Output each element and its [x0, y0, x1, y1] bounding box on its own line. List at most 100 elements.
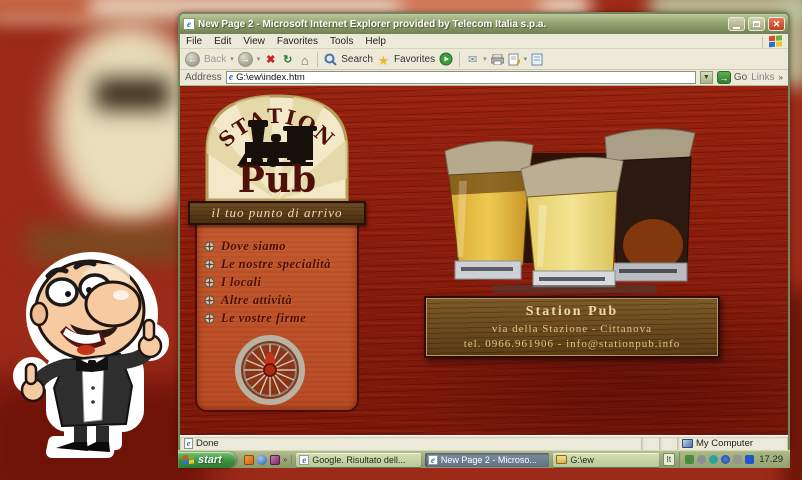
address-dropdown-icon[interactable]: ▼ [699, 71, 713, 84]
station-pub-logo: STATION Pub [205, 94, 349, 202]
search-icon[interactable] [324, 53, 337, 66]
wheel-bullet-icon [204, 259, 215, 270]
task-google[interactable]: e Google. Risultato dell... [296, 452, 421, 467]
media-icon[interactable] [439, 52, 453, 66]
address-bar: Address e ▼ → Go Links » [180, 70, 788, 86]
links-chevron-icon[interactable]: » [779, 73, 783, 82]
title-bar[interactable]: e New Page 2 - Microsoft Internet Explor… [180, 14, 788, 34]
system-tray: 17.29 [679, 451, 789, 468]
character-sticker [13, 252, 169, 458]
wheel-bullet-icon [204, 241, 215, 252]
windows-logo-icon [762, 34, 782, 48]
back-label[interactable]: Back [204, 54, 226, 65]
screenshot-region: e New Page 2 - Microsoft Internet Explor… [178, 12, 790, 468]
favorites-icon[interactable]: ★ [377, 53, 390, 68]
start-button[interactable]: start [178, 451, 236, 468]
quick-launch-icon-3[interactable] [269, 454, 280, 465]
address-box[interactable]: e [225, 71, 696, 84]
go-arrow-icon: → [716, 71, 731, 84]
window-title: New Page 2 - Microsoft Internet Explorer… [198, 18, 547, 30]
wheel-bullet-icon [204, 277, 215, 288]
plaque-name: Station Pub [525, 304, 619, 319]
tagline-banner: il tuo punto di arrivo [188, 201, 366, 225]
back-icon[interactable]: ← [185, 51, 200, 67]
menu-favorites[interactable]: Favorites [277, 36, 318, 47]
nav-i-locali[interactable]: I locali [204, 275, 331, 289]
links-label[interactable]: Links [751, 72, 774, 83]
home-icon[interactable]: ⌂ [298, 53, 311, 68]
menu-edit[interactable]: Edit [214, 36, 231, 47]
quick-launch-icon-2[interactable] [256, 454, 267, 465]
edit-dropdown-icon[interactable]: ▾ [524, 55, 528, 63]
menu-tools[interactable]: Tools [330, 36, 353, 47]
quick-launch-chevron-icon[interactable]: » [283, 455, 287, 464]
taskbar: start » e Google. Risultato dell... e Ne… [178, 450, 790, 468]
bg-top-red-left [0, 0, 90, 20]
security-zone: My Computer [678, 436, 788, 450]
search-label[interactable]: Search [341, 54, 373, 65]
go-label: Go [733, 72, 748, 83]
ie-task-icon: e [427, 454, 438, 465]
tray-icon-1[interactable] [685, 455, 695, 464]
menu-view[interactable]: View [243, 36, 265, 47]
ie-task-icon: e [299, 454, 310, 465]
address-label: Address [185, 72, 222, 83]
favorites-label[interactable]: Favorites [394, 54, 435, 65]
webpage-content: STATION Pub il tuo punto di arrivo Dove … [180, 86, 788, 435]
nav-altre-attivita[interactable]: Altre attività [204, 293, 331, 307]
tray-icon-2[interactable] [697, 455, 707, 464]
logo-title: Pub [238, 159, 316, 201]
quick-launch: » [240, 454, 293, 465]
ie-window: e New Page 2 - Microsoft Internet Explor… [178, 12, 790, 450]
back-dropdown-icon[interactable]: ▾ [230, 55, 234, 63]
bg-blurred-train [95, 78, 170, 110]
start-windows-icon [183, 454, 194, 465]
ie-page-icon: e [183, 18, 195, 30]
nav-le-nostre-specialita[interactable]: Le nostre specialità [204, 257, 331, 271]
tray-icon-5[interactable] [733, 455, 743, 464]
photo-background: e New Page 2 - Microsoft Internet Explor… [0, 0, 802, 480]
menu-bar: File Edit View Favorites Tools Help [180, 34, 788, 49]
page-icon: e [184, 437, 193, 449]
toolbar: ← Back ▾ → ▾ ✖ ↻ ⌂ Search ★ Favorites ✉ … [180, 49, 788, 70]
folder-icon [556, 455, 568, 464]
edit-icon[interactable] [508, 53, 520, 66]
plaque-address: via della Stazione - Cittanova [491, 323, 653, 335]
quick-launch-icon-1[interactable] [243, 454, 254, 465]
discuss-icon[interactable] [531, 53, 543, 66]
stop-icon[interactable]: ✖ [264, 53, 277, 66]
mail-dropdown-icon[interactable]: ▾ [483, 55, 487, 63]
forward-icon[interactable]: → [237, 51, 253, 67]
my-computer-icon [682, 438, 693, 448]
task-folder[interactable]: G:\ew [553, 452, 659, 467]
tray-icon-3[interactable] [709, 455, 719, 464]
status-message: e Done [180, 436, 642, 450]
wheel-image [235, 335, 305, 405]
close-button[interactable]: ✕ [768, 17, 785, 31]
mail-icon[interactable]: ✉ [466, 53, 479, 66]
tray-icon-4[interactable] [721, 455, 731, 464]
go-button[interactable]: → Go [716, 71, 748, 84]
sidebar-nav: Dove siamo Le nostre specialità I locali [204, 239, 331, 325]
nav-le-vostre-firme[interactable]: Le vostre firme [204, 311, 331, 325]
contact-plaque: Station Pub via della Stazione - Cittano… [424, 296, 720, 358]
address-input[interactable] [236, 72, 693, 83]
tagline-text: il tuo punto di arrivo [211, 205, 343, 220]
beer-glasses-image [444, 128, 696, 293]
menu-file[interactable]: File [186, 36, 202, 47]
language-indicator-icon[interactable]: It [662, 453, 676, 466]
task-new-page-2[interactable]: e New Page 2 - Microso... [424, 452, 550, 467]
tray-icon-6[interactable] [745, 455, 755, 464]
menu-help[interactable]: Help [365, 36, 386, 47]
status-bar: e Done My Computer [180, 435, 788, 450]
restore-button[interactable] [748, 17, 765, 31]
refresh-icon[interactable]: ↻ [281, 53, 294, 66]
clock: 17.29 [759, 454, 784, 465]
minimize-button[interactable] [728, 17, 745, 31]
nav-dove-siamo[interactable]: Dove siamo [204, 239, 331, 253]
print-icon[interactable] [490, 53, 504, 65]
forward-dropdown-icon[interactable]: ▾ [257, 55, 261, 63]
plaque-contact: tel. 0966.961906 - info@stationpub.info [463, 338, 681, 350]
url-page-icon: e [228, 71, 234, 83]
start-label: start [198, 453, 222, 466]
